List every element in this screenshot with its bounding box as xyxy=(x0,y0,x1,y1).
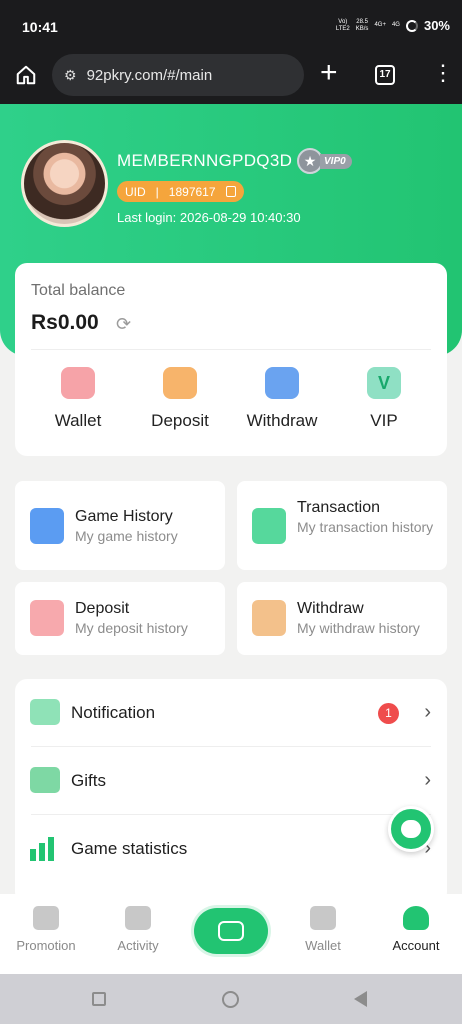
lte2-text: LTE2 xyxy=(335,25,350,32)
menu-item-gifts[interactable]: Gifts › xyxy=(15,747,447,815)
uid-pill[interactable]: UID | 1897617 xyxy=(117,181,244,202)
quick-action-withdraw[interactable]: Withdraw xyxy=(237,367,327,431)
new-tab-icon[interactable]: + xyxy=(320,58,338,88)
nav-activity[interactable]: Activity xyxy=(98,906,178,953)
quick-action-label: VIP xyxy=(370,411,398,430)
balance-label: Total balance xyxy=(31,282,126,299)
nav-label: Activity xyxy=(117,938,159,953)
nav-label: Account xyxy=(392,938,440,953)
settings-menu: Notification 1 › Gifts › Game statistics… xyxy=(15,679,447,904)
notification-count-badge: 1 xyxy=(378,703,399,724)
envelope-icon xyxy=(30,699,60,725)
withdraw-history-tile[interactable]: Withdraw My withdraw history xyxy=(237,582,447,655)
url-text[interactable]: 92pkry.com/#/main xyxy=(87,67,213,84)
deposit-history-icon xyxy=(30,600,64,636)
uid-value: 1897617 xyxy=(168,184,216,199)
uid-label: UID xyxy=(125,184,146,199)
support-chat-button[interactable] xyxy=(388,806,434,852)
status-bar: 10:41 Vo) LTE2 28.5 KB/s 4G+ 4G 30% xyxy=(0,0,462,52)
last-login: Last login: 2026-08-29 10:40:30 xyxy=(117,210,301,225)
transaction-icon xyxy=(252,508,286,544)
tile-subtitle: My transaction history xyxy=(297,519,434,535)
deposit-icon xyxy=(163,367,197,399)
withdraw-card-icon xyxy=(265,367,299,399)
vip-gem-icon: V xyxy=(367,367,401,399)
wallet-icon xyxy=(310,906,336,930)
tile-subtitle: My deposit history xyxy=(75,620,188,636)
chevron-right-icon: › xyxy=(424,701,431,723)
quick-action-label: Deposit xyxy=(151,411,209,430)
copy-icon[interactable] xyxy=(225,186,236,197)
nav-promotion[interactable]: Promotion xyxy=(6,906,86,953)
recents-icon[interactable] xyxy=(92,992,106,1006)
menu-item-label: Notification xyxy=(71,703,156,722)
gamepad-icon xyxy=(218,921,244,941)
status-icons: Vo) LTE2 28.5 KB/s 4G+ 4G 30% xyxy=(336,18,450,33)
network-speed: 28.5 KB/s xyxy=(356,19,369,33)
tile-subtitle: My withdraw history xyxy=(297,620,420,636)
volte-text: Vo) xyxy=(338,18,348,25)
speed-value: 28.5 xyxy=(356,18,368,25)
volte-icon: Vo) LTE2 xyxy=(336,19,350,33)
quick-action-label: Withdraw xyxy=(246,411,318,430)
quick-action-wallet[interactable]: Wallet xyxy=(33,367,123,431)
menu-item-label: Game statistics xyxy=(71,839,188,858)
status-time: 10:41 xyxy=(22,19,58,35)
account-icon xyxy=(403,906,429,930)
signal-2-icon: 4G xyxy=(391,22,400,28)
tile-subtitle: My game history xyxy=(75,528,178,544)
quick-action-deposit[interactable]: Deposit xyxy=(135,367,225,431)
battery-percent: 30% xyxy=(423,18,450,33)
divider xyxy=(31,349,431,350)
uid-separator: | xyxy=(155,184,159,199)
gift-box-icon xyxy=(125,906,151,930)
menu-item-game-statistics[interactable]: Game statistics › xyxy=(15,815,447,883)
menu-item-label: Gifts xyxy=(71,771,106,790)
speed-unit: KB/s xyxy=(355,25,369,32)
tab-count-button[interactable]: 17 xyxy=(375,65,395,85)
home-circle-icon[interactable] xyxy=(222,991,239,1008)
back-icon[interactable] xyxy=(354,991,367,1007)
tile-title: Game History xyxy=(75,508,173,525)
quick-action-vip[interactable]: V VIP xyxy=(339,367,429,431)
tile-title: Withdraw xyxy=(297,600,364,617)
nav-label: Promotion xyxy=(16,938,76,953)
quick-action-label: Wallet xyxy=(54,411,102,430)
system-navigation-bar xyxy=(0,974,462,1024)
nav-account[interactable]: Account xyxy=(376,906,456,953)
balance-card: Total balance Rs0.00 ⟳ Wallet Deposit Wi… xyxy=(15,263,447,456)
chevron-right-icon: › xyxy=(424,769,431,791)
game-history-tile[interactable]: Game History My game history xyxy=(15,481,225,570)
gift-icon xyxy=(30,767,60,793)
bottom-navigation: Promotion Activity Wallet Account xyxy=(0,894,462,974)
avatar[interactable] xyxy=(21,140,108,227)
nav-label: Wallet xyxy=(305,938,341,953)
promotion-icon xyxy=(33,906,59,930)
more-menu-icon[interactable]: ⋮ xyxy=(432,62,454,84)
transaction-tile[interactable]: Transaction My transaction history xyxy=(237,481,447,570)
deposit-history-tile[interactable]: Deposit My deposit history xyxy=(15,582,225,655)
battery-ring-icon xyxy=(405,19,418,32)
menu-item-notification[interactable]: Notification 1 › xyxy=(15,679,447,747)
refresh-icon[interactable]: ⟳ xyxy=(116,314,131,335)
vip-level-badge: ★ VIP0 xyxy=(297,148,352,174)
tile-title: Transaction xyxy=(297,499,380,516)
game-history-icon xyxy=(30,508,64,544)
browser-toolbar: ⚙ 92pkry.com/#/main + 17 ⋮ xyxy=(0,52,462,104)
bar-chart-icon xyxy=(30,835,60,861)
nav-game-button[interactable] xyxy=(194,908,268,954)
tile-title: Deposit xyxy=(75,600,130,617)
site-settings-icon[interactable]: ⚙ xyxy=(64,67,77,84)
wallet-icon xyxy=(61,367,95,399)
nav-wallet[interactable]: Wallet xyxy=(283,906,363,953)
url-bar[interactable]: ⚙ 92pkry.com/#/main xyxy=(52,54,304,96)
balance-amount: Rs0.00 xyxy=(31,311,99,334)
withdraw-history-icon xyxy=(252,600,286,636)
username: MEMBERNNGPDQ3D xyxy=(117,151,293,170)
home-icon[interactable] xyxy=(15,64,37,86)
vip-level-text: VIP0 xyxy=(320,153,352,169)
signal-1-icon: 4G+ xyxy=(374,22,386,28)
